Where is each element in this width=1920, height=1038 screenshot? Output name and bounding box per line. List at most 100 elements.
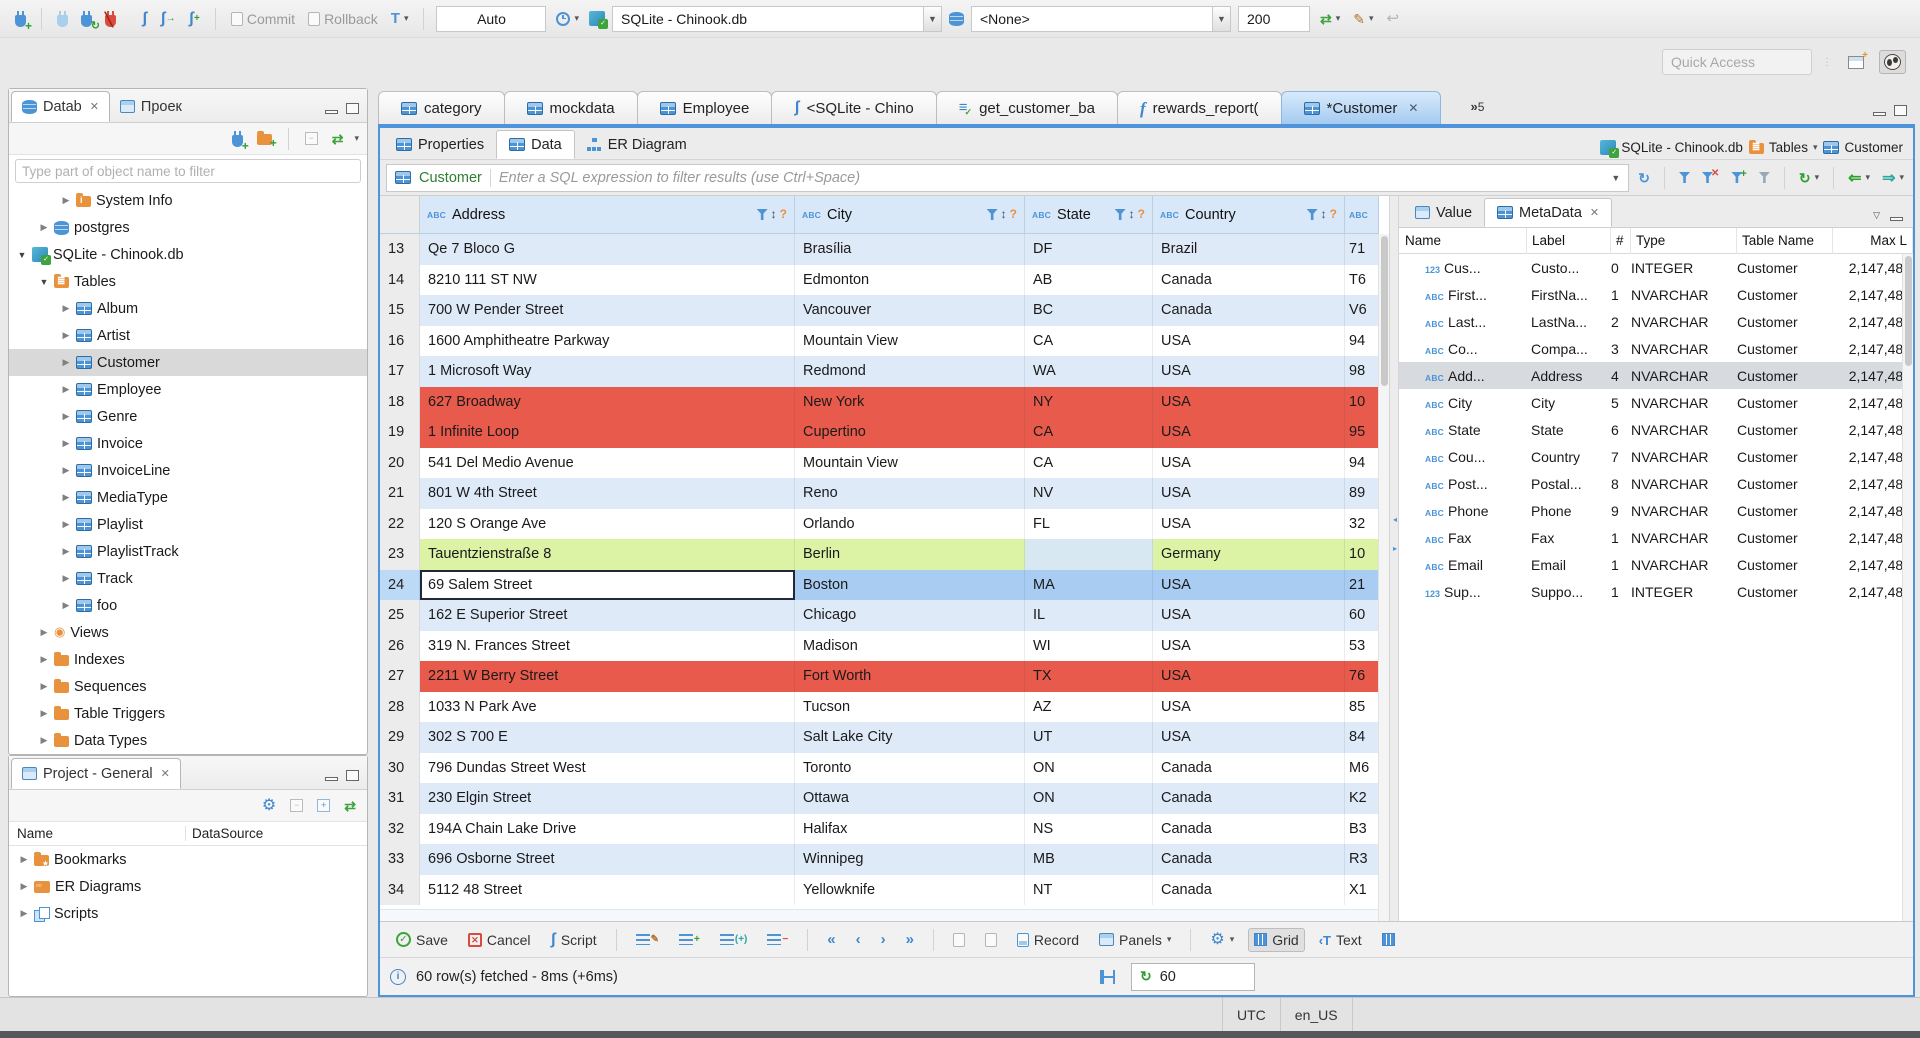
cell-state[interactable]: NV (1025, 478, 1153, 509)
custom-filter-button[interactable] (1756, 170, 1773, 185)
editor-tab-sqlite-chino[interactable]: <SQLite - Chino (771, 91, 937, 124)
metadata-row[interactable]: Cus... Custo... 0 INTEGER Customer 2,147,483 (1399, 254, 1913, 281)
save-button[interactable]: Save (390, 928, 454, 952)
metadata-row[interactable]: First... FirstNa... 1 NVARCHAR Customer 2,147… (1399, 281, 1913, 308)
tree-item-playlist[interactable]: ▶ Playlist (9, 511, 367, 538)
cell-city[interactable]: Berlin (795, 539, 1025, 570)
cell-postal[interactable]: 10 (1345, 539, 1379, 570)
editor-tab-mockdata[interactable]: mockdata (503, 91, 638, 124)
metadata-row[interactable]: Sup... Suppo... 1 INTEGER Customer 2,147,483 (1399, 578, 1913, 605)
row-number[interactable]: 23 (380, 539, 420, 570)
scrollbar-thumb[interactable] (1904, 256, 1912, 366)
expand-arrow-icon[interactable]: ▶ (39, 735, 49, 746)
cell-country[interactable]: USA (1153, 600, 1345, 631)
row-number[interactable]: 13 (380, 234, 420, 265)
collapse-arrow-icon[interactable]: ▼ (39, 277, 49, 287)
cell-state[interactable]: AB (1025, 264, 1153, 295)
row-number[interactable]: 34 (380, 874, 420, 905)
column-header-partial[interactable] (1345, 196, 1379, 234)
cell-address[interactable]: 194A Chain Lake Drive (420, 813, 795, 844)
cell-address[interactable]: 541 Del Medio Avenue (420, 447, 795, 478)
tree-item-tables[interactable]: ▼ Tables (9, 268, 367, 295)
row-number[interactable]: 19 (380, 417, 420, 448)
expand-arrow-icon[interactable]: ▶ (61, 195, 71, 206)
cell-postal[interactable]: R3 (1345, 844, 1379, 875)
row-number[interactable]: 22 (380, 508, 420, 539)
commit-button[interactable]: Commit (228, 9, 298, 29)
connect-button[interactable] (54, 9, 71, 29)
cell-city[interactable]: Reno (795, 478, 1025, 509)
collapse-arrow-icon[interactable]: ▼ (17, 250, 27, 260)
editor-tab-employee[interactable]: Employee (636, 91, 773, 124)
cell-postal[interactable]: 21 (1345, 569, 1379, 600)
undo-button[interactable] (1384, 9, 1403, 28)
active-connection-combo[interactable]: SQLite - Chinook.db ▼ (612, 5, 942, 32)
tree-item-album[interactable]: ▶ Album (9, 295, 367, 322)
panels-button[interactable]: Panels ▾ (1093, 928, 1177, 952)
breadcrumb-connection[interactable]: SQLite - Chinook.db (1600, 140, 1743, 158)
expand-arrow-icon[interactable]: ▶ (61, 411, 71, 422)
expand-arrow-icon[interactable]: ▶ (19, 908, 29, 919)
cell-city[interactable]: Redmond (795, 356, 1025, 387)
cell-city[interactable]: Edmonton (795, 264, 1025, 295)
editor-tab-customer[interactable]: *Customer ✕ (1280, 91, 1442, 124)
fetch-next-page-button[interactable] (947, 929, 971, 951)
auto-refresh-box[interactable]: 60 (1131, 962, 1255, 991)
tree-item-playlisttrack[interactable]: ▶ PlaylistTrack (9, 538, 367, 565)
tree-item-data-types[interactable]: ▶ Data Types (9, 727, 367, 754)
commit-mode-combo[interactable]: Auto (436, 5, 547, 32)
tree-item-track[interactable]: ▶ Track (9, 565, 367, 592)
expand-arrow-icon[interactable]: ▶ (19, 854, 29, 865)
cell-address[interactable]: 696 Osborne Street (420, 844, 795, 875)
project-settings-button[interactable] (259, 796, 279, 816)
add-filter-button[interactable] (1676, 170, 1693, 185)
column-header-number[interactable]: # (1611, 227, 1631, 254)
cell-address[interactable]: 69 Salem Street (420, 569, 795, 600)
row-number[interactable]: 31 (380, 783, 420, 814)
auto-refresh-button[interactable]: ▾ (1796, 169, 1822, 187)
cell-address[interactable]: 1600 Amphitheatre Parkway (420, 325, 795, 356)
metadata-row[interactable]: Last... LastNa... 2 NVARCHAR Customer 2,147,4… (1399, 308, 1913, 335)
expand-arrow-icon[interactable]: ▶ (61, 357, 71, 368)
edit-cell-button[interactable]: ✎ (630, 930, 665, 949)
sort-icon[interactable] (1129, 207, 1135, 222)
metadata-row[interactable]: Cou... Country 7 NVARCHAR Customer 2,147,483 (1399, 443, 1913, 470)
cell-city[interactable]: Halifax (795, 813, 1025, 844)
open-perspective-button[interactable] (1843, 51, 1869, 74)
sort-icon[interactable] (771, 207, 777, 222)
cell-address[interactable]: 302 S 700 E (420, 722, 795, 753)
expand-arrow-icon[interactable]: ▶ (39, 627, 49, 638)
cell-city[interactable]: Orlando (795, 508, 1025, 539)
open-sql-script-button[interactable]: → (157, 9, 178, 29)
tree-item-foo[interactable]: ▶ foo (9, 592, 367, 619)
filter-input-box[interactable]: Customer Enter a SQL expression to filte… (386, 163, 1630, 192)
row-number[interactable]: 24 (380, 569, 420, 600)
column-header-state[interactable]: State (1025, 196, 1153, 234)
scrollbar-thumb[interactable] (1380, 236, 1388, 386)
row-number[interactable]: 17 (380, 356, 420, 387)
last-row-button[interactable] (900, 928, 920, 951)
record-mode-button[interactable]: Record (1011, 928, 1085, 952)
cell-state[interactable]: MA (1025, 569, 1153, 600)
column-header-address[interactable]: Address (420, 196, 795, 234)
row-number[interactable]: 28 (380, 691, 420, 722)
cell-postal[interactable]: K2 (1345, 783, 1379, 814)
view-menu-icon[interactable]: ▽ (1873, 210, 1880, 221)
cell-state[interactable]: ON (1025, 783, 1153, 814)
metadata-name-cell[interactable]: State (1399, 422, 1527, 438)
object-filter-input[interactable] (15, 159, 361, 183)
expand-arrow-icon[interactable]: ▶ (19, 881, 29, 892)
remove-filter-button[interactable]: ✕ (1699, 168, 1722, 185)
tab-projects[interactable]: Проек (110, 91, 192, 122)
cell-address[interactable]: 5112 48 Street (420, 874, 795, 905)
column-filter-icon[interactable] (756, 209, 768, 220)
cell-country[interactable]: Canada (1153, 264, 1345, 295)
cell-address[interactable]: 319 N. Frances Street (420, 630, 795, 661)
column-header-name[interactable]: Name (17, 826, 53, 841)
row-number[interactable]: 20 (380, 447, 420, 478)
cell-country[interactable]: USA (1153, 325, 1345, 356)
project-item-er-diagrams[interactable]: ▶ ER Diagrams (9, 873, 367, 900)
cell-postal[interactable]: 94 (1345, 447, 1379, 478)
cell-city[interactable]: Mountain View (795, 447, 1025, 478)
expand-arrow-icon[interactable]: ▶ (61, 438, 71, 449)
